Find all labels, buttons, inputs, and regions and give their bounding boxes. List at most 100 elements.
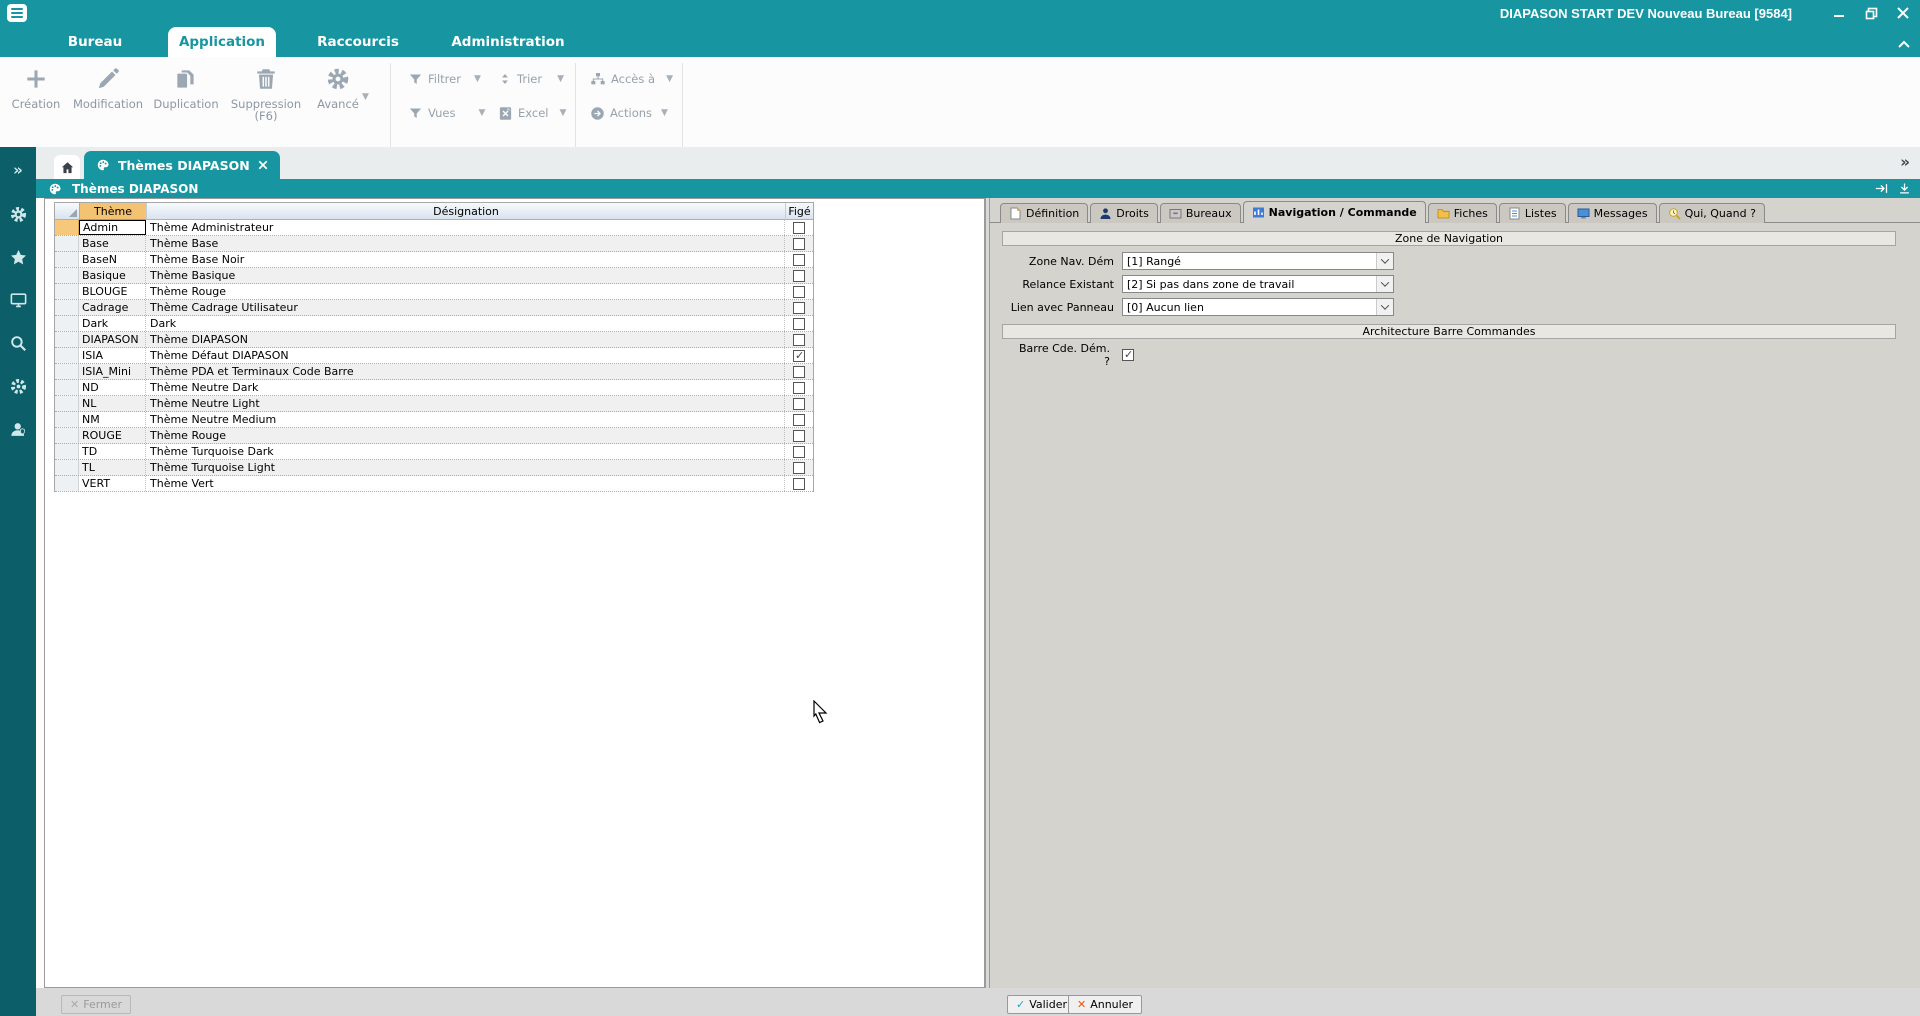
table-row[interactable]: TD Thème Turquoise Dark — [55, 444, 813, 460]
fige-cell[interactable] — [785, 444, 813, 459]
valider-button[interactable]: ✓ Valider — [1007, 995, 1076, 1014]
fige-cell[interactable] — [785, 412, 813, 427]
row-selector-cell[interactable] — [55, 236, 79, 251]
table-row[interactable]: ISIA_Mini Thème PDA et Terminaux Code Ba… — [55, 364, 813, 380]
row-selector-cell[interactable] — [55, 284, 79, 299]
theme-cell[interactable]: TL — [79, 460, 146, 475]
theme-cell[interactable]: BaseN — [79, 252, 146, 267]
fige-checkbox[interactable] — [793, 478, 805, 490]
theme-cell[interactable]: ISIA — [79, 348, 146, 363]
collapse-ribbon-button[interactable] — [1897, 34, 1911, 53]
table-row[interactable]: Admin Thème Administrateur — [55, 220, 813, 236]
theme-cell[interactable]: Admin — [79, 220, 146, 235]
row-selector-cell[interactable] — [55, 412, 79, 427]
row-selector-cell[interactable] — [55, 364, 79, 379]
tab-qui-quand[interactable]: Qui, Quand ? — [1659, 203, 1765, 223]
column-header-designation[interactable]: Désignation — [146, 203, 785, 220]
menu-tab-raccourcis[interactable]: Raccourcis — [308, 27, 408, 57]
designation-cell[interactable]: Thème Basique — [146, 268, 785, 283]
dropdown-arrow-icon[interactable] — [1376, 253, 1393, 269]
fige-checkbox[interactable] — [793, 430, 805, 442]
row-selector-cell[interactable] — [55, 428, 79, 443]
menu-tab-application[interactable]: Application — [168, 27, 276, 57]
table-row[interactable]: TL Thème Turquoise Light — [55, 460, 813, 476]
lien-panneau-dropdown[interactable]: [0] Aucun lien — [1122, 298, 1394, 316]
favorites-star-icon[interactable] — [0, 242, 36, 272]
table-row[interactable]: Cadrage Thème Cadrage Utilisateur — [55, 300, 813, 316]
avance-dropdown[interactable]: ▼ — [362, 87, 369, 107]
designation-cell[interactable]: Thème Turquoise Dark — [146, 444, 785, 459]
designation-cell[interactable]: Thème Turquoise Light — [146, 460, 785, 475]
table-row[interactable]: BLOUGE Thème Rouge — [55, 284, 813, 300]
expand-sidebar-icon[interactable]: » — [0, 155, 36, 185]
gear-icon[interactable] — [0, 371, 36, 401]
tab-navigation-commande[interactable]: Navigation / Commande — [1243, 201, 1426, 223]
fige-cell[interactable] — [785, 428, 813, 443]
designation-cell[interactable]: Thème Neutre Medium — [146, 412, 785, 427]
fige-checkbox[interactable] — [793, 222, 805, 234]
tab-themes-diapason[interactable]: Thèmes DIAPASON — [84, 151, 280, 179]
designation-cell[interactable]: Thème Vert — [146, 476, 785, 491]
menu-tab-administration[interactable]: Administration — [448, 27, 568, 57]
designation-cell[interactable]: Thème PDA et Terminaux Code Barre — [146, 364, 785, 379]
select-all-header[interactable] — [55, 203, 79, 220]
designation-cell[interactable]: Thème Neutre Light — [146, 396, 785, 411]
fige-checkbox[interactable] — [793, 254, 805, 266]
annuler-button[interactable]: ✕ Annuler — [1068, 995, 1142, 1014]
tab-droits[interactable]: Droits — [1090, 203, 1158, 223]
monitor-icon[interactable] — [0, 285, 36, 315]
row-selector-cell[interactable] — [55, 252, 79, 267]
table-row[interactable]: Basique Thème Basique — [55, 268, 813, 284]
designation-cell[interactable]: Thème Base — [146, 236, 785, 251]
fige-checkbox[interactable] — [793, 382, 805, 394]
tab-definition[interactable]: Définition — [1000, 203, 1088, 223]
user-admin-icon[interactable] — [0, 414, 36, 444]
theme-cell[interactable]: Basique — [79, 268, 146, 283]
fige-checkbox[interactable] — [793, 462, 805, 474]
tab-messages[interactable]: Messages — [1568, 203, 1657, 223]
fige-cell[interactable] — [785, 364, 813, 379]
designation-cell[interactable]: Thème Rouge — [146, 284, 785, 299]
row-selector-cell[interactable] — [55, 348, 79, 363]
theme-cell[interactable]: NM — [79, 412, 146, 427]
close-button[interactable] — [1892, 3, 1914, 23]
barre-cde-checkbox[interactable] — [1122, 349, 1134, 361]
theme-cell[interactable]: DIAPASON — [79, 332, 146, 347]
designation-cell[interactable]: Thème Rouge — [146, 428, 785, 443]
fige-cell[interactable] — [785, 396, 813, 411]
tab-fiches[interactable]: Fiches — [1428, 203, 1497, 223]
theme-cell[interactable]: Cadrage — [79, 300, 146, 315]
fige-checkbox[interactable] — [793, 270, 805, 282]
row-selector-cell[interactable] — [55, 332, 79, 347]
row-selector-cell[interactable] — [55, 476, 79, 491]
fermer-button[interactable]: ✕ Fermer — [61, 995, 131, 1014]
fige-checkbox[interactable] — [793, 350, 805, 362]
tab-overflow-button[interactable]: » — [1900, 153, 1910, 171]
tab-close-icon[interactable] — [258, 160, 268, 170]
minimize-button[interactable] — [1828, 3, 1850, 23]
actions-button[interactable]: Actions▼ — [590, 103, 676, 123]
theme-cell[interactable]: ND — [79, 380, 146, 395]
home-tab[interactable] — [54, 155, 80, 179]
menu-tab-bureau[interactable]: Bureau — [45, 27, 145, 57]
row-selector-cell[interactable] — [55, 444, 79, 459]
fige-checkbox[interactable] — [793, 334, 805, 346]
row-selector-cell[interactable] — [55, 460, 79, 475]
designation-cell[interactable]: Thème Base Noir — [146, 252, 785, 267]
fige-cell[interactable] — [785, 220, 813, 235]
fige-checkbox[interactable] — [793, 238, 805, 250]
fige-cell[interactable] — [785, 348, 813, 363]
table-row[interactable]: ROUGE Thème Rouge — [55, 428, 813, 444]
relance-dropdown[interactable]: [2] Si pas dans zone de travail — [1122, 275, 1394, 293]
column-header-fige[interactable]: Figé — [785, 203, 813, 220]
fige-checkbox[interactable] — [793, 318, 805, 330]
fige-checkbox[interactable] — [793, 302, 805, 314]
acces-a-button[interactable]: Accès à▼ — [590, 69, 676, 89]
fige-cell[interactable] — [785, 284, 813, 299]
theme-cell[interactable]: ROUGE — [79, 428, 146, 443]
vues-button[interactable]: Vues▼ — [408, 103, 488, 123]
row-selector-cell[interactable] — [55, 396, 79, 411]
fige-checkbox[interactable] — [793, 414, 805, 426]
dropdown-arrow-icon[interactable] — [1376, 299, 1393, 315]
table-row[interactable]: Base Thème Base — [55, 236, 813, 252]
